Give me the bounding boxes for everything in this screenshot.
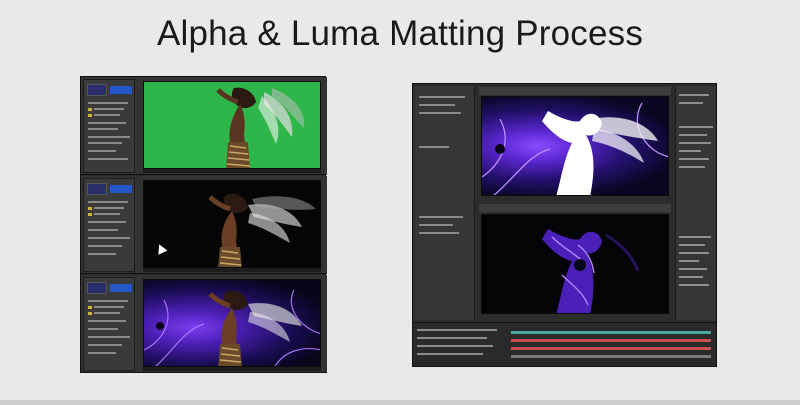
project-item-icon: [88, 213, 92, 216]
project-item: [94, 108, 124, 110]
composition-viewer-composited[interactable]: [143, 279, 321, 367]
panel-item: [679, 94, 709, 96]
project-thumbnail: [87, 84, 107, 96]
matted-fractal-image: [542, 229, 640, 313]
project-item: [88, 102, 128, 104]
layer-row[interactable]: [417, 337, 487, 339]
dancer-figure-image: [216, 87, 305, 168]
composition-viewer-keyed[interactable]: [143, 180, 321, 268]
project-item: [88, 136, 130, 138]
project-item: [88, 300, 128, 302]
composition-viewer-matted-fractal[interactable]: [481, 214, 669, 314]
panel-item: [679, 276, 703, 278]
project-item-icon: [88, 306, 92, 309]
project-item: [88, 221, 126, 223]
layer-bar[interactable]: [511, 339, 711, 342]
panel-item: [679, 244, 705, 246]
layer-row[interactable]: [417, 345, 493, 347]
layer-row[interactable]: [417, 329, 497, 331]
panel-item: [679, 134, 707, 136]
ae-window-keyed: [81, 176, 327, 274]
ae-window-composited: [81, 275, 327, 373]
project-item: [88, 328, 118, 330]
project-item: [88, 336, 130, 338]
panel-item: [679, 284, 709, 286]
comp-tab-bar[interactable]: [479, 87, 671, 95]
project-item: [88, 245, 122, 247]
project-item: [88, 320, 126, 322]
panel-item: [679, 126, 713, 128]
project-item: [88, 201, 128, 203]
project-item: [88, 344, 122, 346]
project-item: [88, 352, 116, 354]
layer-bar[interactable]: [511, 347, 711, 350]
dancer-figure-image: [208, 193, 316, 267]
slide-title: Alpha & Luma Matting Process: [156, 14, 644, 53]
project-item: [94, 312, 120, 314]
viewer-toolbar[interactable]: [143, 268, 321, 272]
panel-item: [679, 268, 707, 270]
project-item: [88, 142, 122, 144]
viewer-toolbar[interactable]: [143, 367, 321, 371]
project-item: [94, 207, 124, 209]
project-item: [88, 150, 116, 152]
project-label-chip: [110, 284, 132, 292]
layer-bar[interactable]: [511, 355, 711, 358]
project-item: [88, 237, 130, 239]
project-item: [419, 104, 455, 106]
project-item: [88, 229, 118, 231]
project-label-chip: [110, 185, 132, 193]
project-thumbnail: [87, 282, 107, 294]
viewer-toolbar[interactable]: [143, 169, 321, 173]
ae-window-greenscreen: [81, 77, 327, 175]
panel-item: [679, 260, 699, 262]
left-screenshot: [80, 76, 327, 373]
right-screenshot: [412, 83, 717, 367]
project-thumbnail: [87, 183, 107, 195]
panel-item: [679, 252, 709, 254]
project-item: [88, 158, 128, 160]
project-item-icon: [88, 114, 92, 117]
luma-matte-image: [482, 102, 668, 195]
effects-panel: [675, 86, 716, 320]
project-panel: [83, 79, 135, 173]
comp-tab-bar[interactable]: [479, 204, 671, 212]
project-label-chip: [110, 86, 132, 94]
project-item: [419, 146, 449, 148]
project-panel: [83, 277, 135, 371]
project-panel: [83, 178, 135, 272]
project-item: [419, 112, 461, 114]
project-item: [88, 128, 118, 130]
panel-item: [679, 150, 701, 152]
panel-item: [679, 102, 703, 104]
fractal-composite-image: [144, 289, 320, 366]
project-item: [94, 114, 120, 116]
project-item: [419, 216, 463, 218]
project-item-icon: [88, 108, 92, 111]
panel-item: [679, 158, 709, 160]
project-item: [419, 232, 459, 234]
project-item-icon: [88, 312, 92, 315]
layer-bar[interactable]: [511, 331, 711, 334]
project-item: [88, 122, 126, 124]
composition-viewer-greenscreen[interactable]: [143, 81, 321, 169]
project-panel: [415, 86, 475, 320]
bottom-divider: [0, 400, 800, 405]
panel-item: [679, 166, 705, 168]
layer-row[interactable]: [417, 353, 483, 355]
panel-item: [679, 236, 711, 238]
panel-item: [679, 142, 711, 144]
project-item: [94, 213, 120, 215]
project-item: [419, 96, 465, 98]
composition-viewer-luma-matte[interactable]: [481, 96, 669, 196]
project-item: [88, 253, 116, 255]
project-item: [419, 224, 453, 226]
project-item: [94, 306, 124, 308]
timeline-panel[interactable]: [413, 322, 716, 366]
project-item-icon: [88, 207, 92, 210]
